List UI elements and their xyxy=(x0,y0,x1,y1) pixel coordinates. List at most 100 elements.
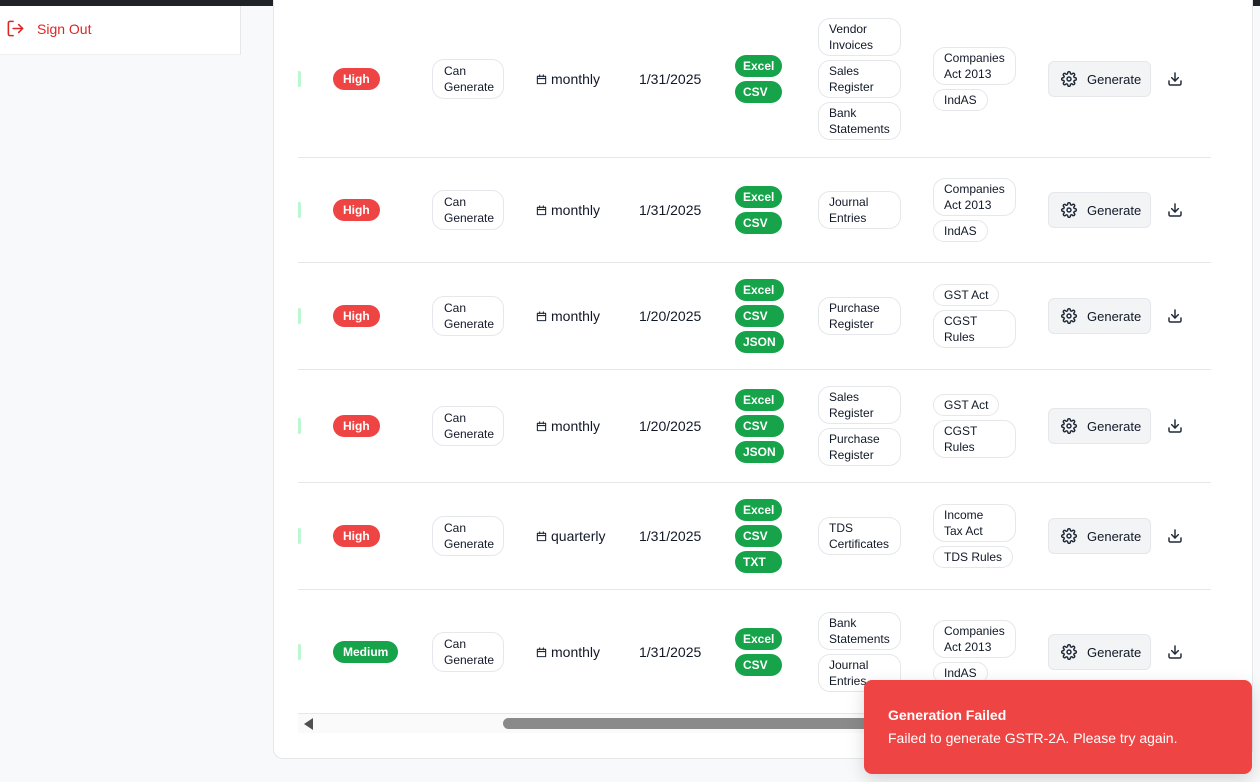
chip-line: Register xyxy=(829,406,874,420)
chip-line: Can xyxy=(444,411,467,425)
status-chip: Can Generate xyxy=(432,296,504,336)
generate-button[interactable]: Generate xyxy=(1048,408,1151,444)
frequency: monthly xyxy=(536,71,600,87)
regulation-chip: IndAS xyxy=(933,89,988,111)
chip-line: Sales xyxy=(829,390,860,404)
data-sources: Vendor Invoices Sales Register Bank Statement… xyxy=(818,18,901,140)
generate-button[interactable]: Generate xyxy=(1048,518,1151,554)
format-badge: Excel xyxy=(735,55,783,77)
generate-button[interactable]: Generate xyxy=(1048,298,1151,334)
regulation-chip: CGST Rules xyxy=(933,310,1016,348)
due-date: 1/31/2025 xyxy=(639,528,702,544)
error-toast: Generation Failed Failed to generate GST… xyxy=(864,680,1252,774)
download-icon[interactable] xyxy=(1167,71,1183,87)
status-chip: Can Generate xyxy=(432,190,504,230)
regulations: GST Act CGST Rules xyxy=(933,394,1016,458)
source-chip: Bank Statements xyxy=(818,612,901,650)
chip-line: Generate xyxy=(444,80,495,94)
chip-line: Register xyxy=(829,80,874,94)
frequency: monthly xyxy=(536,644,600,660)
scroll-left-arrow-icon[interactable] xyxy=(304,718,313,730)
priority-badge: High xyxy=(333,199,380,221)
regulations: Income Tax Act TDS Rules xyxy=(933,504,1016,568)
generate-label: Generate xyxy=(1087,71,1142,87)
frequency: monthly xyxy=(536,418,600,434)
gear-icon xyxy=(1061,71,1077,87)
download-icon[interactable] xyxy=(1167,644,1183,660)
chip-line: Can xyxy=(444,301,467,315)
chip-line: IndAS xyxy=(944,93,977,107)
frequency-label: monthly xyxy=(551,418,601,434)
frequency: quarterly xyxy=(536,528,605,544)
download-icon[interactable] xyxy=(1167,528,1183,544)
format-badges: Excel CSV JSON xyxy=(735,389,784,463)
chip-line: Bank xyxy=(829,616,857,630)
regulation-chip: IndAS xyxy=(933,220,988,242)
chip-line: CGST xyxy=(944,424,978,438)
frequency: monthly xyxy=(536,308,600,324)
priority-badge: High xyxy=(333,525,380,547)
chip-line: Purchase xyxy=(829,301,880,315)
download-icon[interactable] xyxy=(1167,308,1183,324)
generate-button[interactable]: Generate xyxy=(1048,634,1151,670)
horizontal-scrollbar[interactable] xyxy=(298,714,898,733)
chip-line: Companies xyxy=(944,51,1005,65)
table-row: High Can Generate monthly 1/31/2025 Excel CSV V… xyxy=(298,0,1211,158)
download-icon[interactable] xyxy=(1167,202,1183,218)
table-row: High Can Generate quarterly 1/31/2025 Excel CS… xyxy=(298,483,1211,590)
toast-description: Failed to generate GSTR-2A. Please try a… xyxy=(888,730,1178,746)
format-badge: Excel xyxy=(735,279,784,301)
format-badge: CSV xyxy=(735,415,784,437)
regulations: Companies Act 2013 IndAS xyxy=(933,178,1016,242)
priority-badge: High xyxy=(333,415,380,437)
frequency-label: monthly xyxy=(551,644,601,660)
scrollbar-thumb[interactable] xyxy=(503,718,898,729)
chip-line: Act 2013 xyxy=(944,67,992,81)
chip-line: Vendor xyxy=(829,22,868,36)
format-badge: Excel xyxy=(735,186,783,208)
data-sources: Sales Register Purchase Register xyxy=(818,386,901,466)
calendar-icon xyxy=(536,420,547,432)
download-icon[interactable] xyxy=(1167,418,1183,434)
chip-line: Can xyxy=(444,195,467,209)
source-chip: TDS Certificates xyxy=(818,517,901,555)
regulations: Companies Act 2013 IndAS xyxy=(933,620,1016,684)
calendar-icon xyxy=(536,73,547,85)
chip-line: Can xyxy=(444,637,467,651)
chip-line: Can xyxy=(444,64,467,78)
chip-line: Invoices xyxy=(829,38,874,52)
sign-out-label: Sign Out xyxy=(37,20,92,37)
chip-line: TDS xyxy=(829,521,853,535)
regulation-chip: TDS Rules xyxy=(933,546,1014,568)
format-badge: Excel xyxy=(735,628,783,650)
chip-line: Journal xyxy=(829,195,869,209)
generate-button[interactable]: Generate xyxy=(1048,61,1151,97)
generate-button[interactable]: Generate xyxy=(1048,192,1151,228)
gear-icon xyxy=(1061,202,1077,218)
source-chip: Journal Entries xyxy=(818,191,901,229)
format-badge: CSV xyxy=(735,212,783,234)
generate-label: Generate xyxy=(1087,308,1142,324)
format-badges: Excel CSV xyxy=(735,186,783,234)
sign-out-button[interactable]: Sign Out xyxy=(6,19,91,38)
format-badge: CSV xyxy=(735,305,784,327)
regulation-chip: GST Act xyxy=(933,394,1000,416)
log-out-icon xyxy=(7,20,24,37)
calendar-icon xyxy=(536,530,547,542)
format-badge: JSON xyxy=(735,441,784,463)
chip-line: GST Act xyxy=(944,398,989,412)
chip-line: Tax Act xyxy=(944,524,983,538)
status-chip: Can Generate xyxy=(432,406,504,446)
toast-title: Generation Failed xyxy=(888,707,1007,723)
chip-line: Generate xyxy=(444,427,495,441)
chip-line: CGST xyxy=(944,314,978,328)
calendar-icon xyxy=(536,310,547,322)
format-badge: CSV xyxy=(735,525,783,547)
generate-label: Generate xyxy=(1087,418,1142,434)
truncated-cell-edge xyxy=(298,71,301,87)
chip-line: Journal xyxy=(829,658,869,672)
chip-line: Certificates xyxy=(829,537,890,551)
source-chip: Sales Register xyxy=(818,386,901,424)
chip-line: Companies xyxy=(944,624,1005,638)
frequency: monthly xyxy=(536,202,600,218)
